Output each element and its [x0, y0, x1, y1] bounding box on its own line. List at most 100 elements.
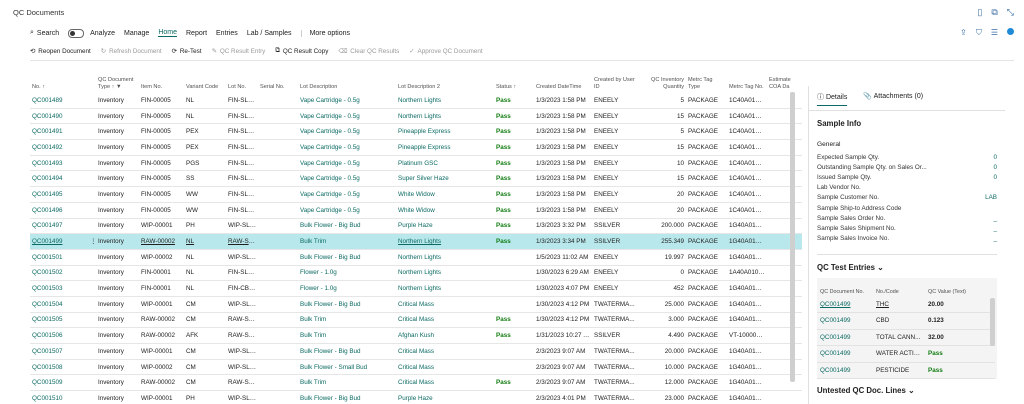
cell-no[interactable]: QC001491	[30, 123, 88, 141]
bookmark-icon[interactable]: ▯	[977, 7, 982, 18]
qc-test-entries-title[interactable]: QC Test Entries ⌄	[817, 263, 997, 272]
entry-row[interactable]: QC001499 TOTAL CANN... 32.00	[817, 329, 995, 347]
table-row[interactable]: QC001502 InventoryFIN-00001NLFIN-SLC-0001…	[30, 265, 802, 282]
table-row[interactable]: QC001506 InventoryRAW-00002AFKRAW-SLC-001…	[30, 327, 802, 344]
column-header-metrc-no[interactable]: Metrc Tag No.	[727, 66, 767, 93]
entry-doc-no[interactable]: QC001499	[817, 362, 873, 380]
search-button[interactable]: ⌕ Search	[30, 29, 59, 37]
column-header-lot-desc[interactable]: Lot Description	[298, 66, 396, 93]
row-menu-icon[interactable]: ⋮	[88, 233, 96, 250]
refresh-document-button[interactable]: ↻ Refresh Document	[101, 48, 162, 55]
open-new-window-icon[interactable]: ⧉	[991, 7, 997, 18]
entries-col-doc[interactable]: QC Document No.	[817, 278, 873, 297]
field-value[interactable]: _	[993, 215, 997, 222]
collapse-icon[interactable]: ⤡	[1007, 7, 1014, 18]
entry-row[interactable]: QC001499 PESTICIDE Pass	[817, 362, 995, 380]
tab-details[interactable]: ⓘ Details	[817, 92, 848, 106]
entry-row[interactable]: QC001499 CBD 0.123	[817, 312, 995, 330]
column-header-lot-desc2[interactable]: Lot Description 2	[396, 66, 494, 93]
tab-report[interactable]: Report	[186, 30, 207, 37]
column-header-created-by[interactable]: Created by User ID	[592, 66, 638, 93]
field-value[interactable]: 0	[993, 164, 997, 171]
field-value[interactable]: _	[993, 235, 997, 242]
clear-qc-results-button[interactable]: ⌫ Clear QC Results	[338, 48, 399, 55]
table-row[interactable]: QC001489 InventoryFIN-00005NLFIN-SLC-0000…	[30, 93, 802, 109]
table-row[interactable]: QC001508 InventoryWIP-00002CMWIP-SLC-001.…	[30, 359, 802, 376]
cell-no[interactable]: QC001502	[30, 265, 88, 282]
entry-doc-no[interactable]: QC001499	[817, 345, 873, 363]
cell-no[interactable]: QC001506	[30, 327, 88, 344]
field-value[interactable]: LAB	[985, 194, 997, 201]
cell-no[interactable]: QC001494	[30, 170, 88, 188]
column-header-lot[interactable]: Lot No.	[226, 66, 258, 93]
table-row[interactable]: QC001490 InventoryFIN-00005NLFIN-SLC-0000…	[30, 108, 802, 125]
entry-doc-no[interactable]: QC001499	[817, 296, 873, 314]
table-row[interactable]: QC001501 InventoryWIP-00002NLWIP-SLC-001.…	[30, 249, 802, 266]
cell-no[interactable]: QC001507	[30, 343, 88, 360]
cell-no[interactable]: QC001493	[30, 155, 88, 172]
column-header-created[interactable]: Created DateTime	[534, 66, 592, 93]
table-row[interactable]: QC001503 InventoryFIN-00001NLFIN-CBC-000.…	[30, 280, 802, 297]
table-row[interactable]: QC001507 InventoryWIP-00001CMWIP-SLC-001.…	[30, 343, 802, 360]
table-row[interactable]: QC001510 InventoryWIP-00001PHWIP-SLC-001.…	[30, 390, 802, 404]
field-value[interactable]: _	[993, 225, 997, 232]
cell-no[interactable]: QC001490	[30, 108, 88, 125]
column-header-variant[interactable]: Variant Code	[184, 66, 226, 93]
table-row[interactable]: QC001509 InventoryRAW-00002CMRAW-SLC-001.…	[30, 374, 802, 392]
table-row[interactable]: QC001497 InventoryWIP-00001PHWIP-SLC-001.…	[30, 218, 802, 235]
cell-no[interactable]: QC001503	[30, 280, 88, 297]
qc-result-entry-button[interactable]: ✎ QC Result Entry	[212, 48, 266, 55]
qc-result-copy-button[interactable]: ⧉ QC Result Copy	[275, 47, 328, 55]
cell-no[interactable]: QC001505	[30, 312, 88, 329]
cell-no[interactable]: QC001497	[30, 218, 88, 235]
column-header-qty[interactable]: QC Inventory Quantity	[638, 66, 686, 93]
reopen-document-button[interactable]: ⟲ Reopen Document	[30, 48, 91, 55]
table-row[interactable]: QC001496 InventoryFIN-00005WWFIN-SLC-0000…	[30, 202, 802, 219]
column-header-no[interactable]: No. ↑	[30, 66, 88, 93]
table-row[interactable]: QC001505 InventoryRAW-00002CMRAW-SLC-001.…	[30, 312, 802, 329]
more-options-button[interactable]: More options	[300, 29, 350, 37]
table-row[interactable]: QC001492 InventoryFIN-00005PEXFIN-SLC-000…	[30, 139, 802, 156]
cell-no[interactable]: QC001496	[30, 202, 88, 219]
list-view-icon[interactable]: ☰	[991, 28, 998, 38]
field-value[interactable]: 0	[993, 154, 997, 161]
entry-row[interactable]: QC001499 WATER ACTIV... Pass	[817, 345, 995, 363]
column-header-doc-type[interactable]: QC Document Type ↑ ▼	[96, 66, 139, 93]
table-row[interactable]: QC001504 InventoryWIP-00001CMWIP-SLC-001.…	[30, 296, 802, 313]
tab-attachments[interactable]: 📎 Attachments (0)	[863, 92, 923, 106]
tab-manage[interactable]: Manage	[124, 30, 149, 37]
table-row[interactable]: QC001493 InventoryFIN-00005PGSFIN-SLC-000…	[30, 155, 802, 172]
entry-row[interactable]: QC001499 THC 20.00	[817, 296, 995, 314]
entries-col-code[interactable]: No./Code	[873, 278, 925, 297]
grid-scrollbar[interactable]	[790, 92, 795, 382]
table-row[interactable]: QC001495 InventoryFIN-00005WWFIN-SLC-0000…	[30, 186, 802, 203]
retest-button[interactable]: ⟳ Re-Test	[172, 48, 202, 55]
table-row[interactable]: QC001499⋮InventoryRAW-00002NLRAW-SLC-00.…	[30, 233, 802, 250]
entry-doc-no[interactable]: QC001499	[817, 329, 873, 347]
entries-scrollbar[interactable]	[990, 297, 995, 346]
cell-no[interactable]: QC001499	[30, 233, 88, 250]
entries-col-value[interactable]: QC Value (Text)	[925, 278, 995, 297]
table-row[interactable]: QC001491 InventoryFIN-00005PEXFIN-SLC-000…	[30, 123, 802, 141]
analyze-toggle[interactable]: Analyze	[68, 28, 115, 38]
field-value[interactable]: 0	[993, 174, 997, 181]
tab-lab-samples[interactable]: Lab / Samples	[247, 30, 292, 37]
info-icon[interactable]	[1007, 28, 1014, 35]
column-header-item[interactable]: Item No.	[139, 66, 184, 93]
filter-icon[interactable]: ⛉	[976, 28, 982, 38]
cell-no[interactable]: QC001492	[30, 139, 88, 156]
column-header-estimate[interactable]: Estimate COA Da	[767, 66, 802, 93]
cell-no[interactable]: QC001504	[30, 296, 88, 313]
cell-no[interactable]: QC001509	[30, 374, 88, 392]
untested-lines-title[interactable]: Untested QC Doc. Lines ⌄	[817, 386, 915, 395]
cell-no[interactable]: QC001510	[30, 390, 88, 404]
tab-home[interactable]: Home	[158, 29, 177, 37]
table-row[interactable]: QC001494 InventoryFIN-00005SSFIN-SLC-0000…	[30, 170, 802, 188]
cell-no[interactable]: QC001495	[30, 186, 88, 203]
column-header-metrc-type[interactable]: Metrc Tag Type	[686, 66, 727, 93]
approve-qc-document-button[interactable]: ✓ Approve QC Document	[409, 48, 482, 55]
tab-entries[interactable]: Entries	[216, 30, 238, 37]
entry-doc-no[interactable]: QC001499	[817, 312, 873, 330]
cell-no[interactable]: QC001508	[30, 359, 88, 376]
column-header-status[interactable]: Status ↑	[494, 66, 534, 93]
